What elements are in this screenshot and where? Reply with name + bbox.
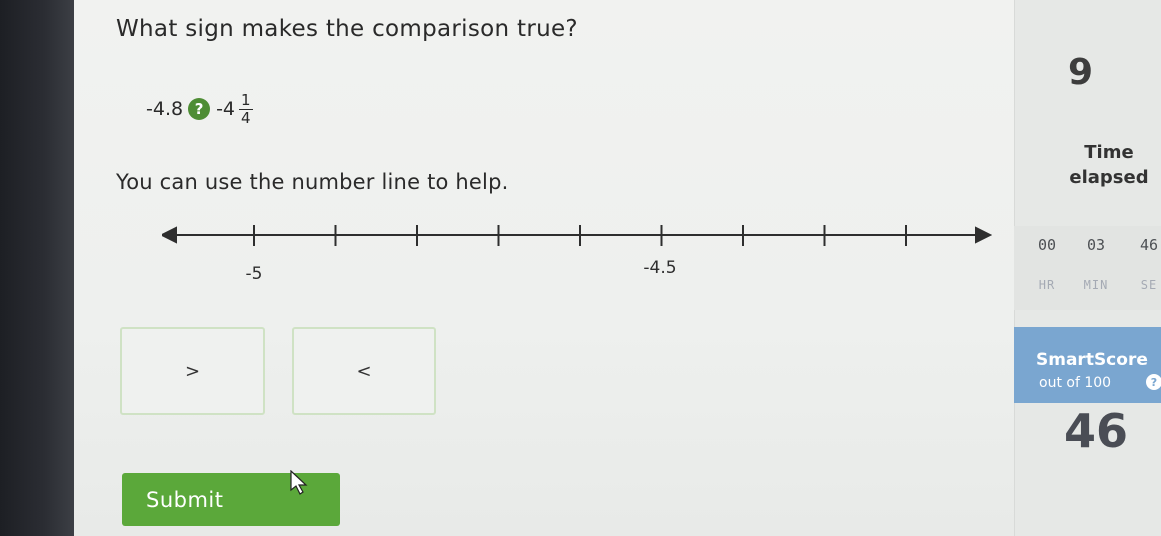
smartscore-value: 46 <box>1064 404 1129 458</box>
number-line-hint: You can use the number line to help. <box>116 170 509 194</box>
mouse-cursor-icon <box>290 470 308 495</box>
question-number: 9 <box>1068 52 1094 93</box>
right-fraction: 1 4 <box>239 90 253 127</box>
timer-seconds: 46 SE <box>1129 236 1161 292</box>
arrow-left-icon <box>162 226 177 244</box>
timer-hours-value: 00 <box>1037 236 1057 254</box>
less-than-choice[interactable]: < <box>292 327 436 415</box>
help-info-icon[interactable]: ? <box>1146 374 1161 390</box>
smartscore-title: SmartScore <box>1036 350 1148 370</box>
number-line-axis <box>162 226 992 244</box>
timer-minutes: 03 MIN <box>1076 236 1116 292</box>
time-label-line2: elapsed <box>1069 167 1149 188</box>
number-line: -5 -4.5 <box>162 225 992 282</box>
fraction-numerator: 1 <box>241 90 251 109</box>
left-value: -4.8 <box>146 98 184 120</box>
arrow-right-icon <box>975 226 992 244</box>
right-whole: -4 <box>216 98 236 120</box>
left-dark-edge <box>0 0 74 536</box>
time-elapsed-label: Time elapsed <box>1014 140 1161 190</box>
timer-minutes-unit: MIN <box>1083 278 1109 292</box>
question-prompt: What sign makes the comparison true? <box>116 16 578 42</box>
choice-label: > <box>184 360 201 382</box>
tick-label-left: -5 <box>246 264 263 282</box>
timer-hours-unit: HR <box>1038 278 1056 292</box>
timer-minutes-value: 03 <box>1086 236 1106 254</box>
tick-label-mid: -4.5 <box>643 258 676 278</box>
greater-than-choice[interactable]: > <box>120 327 265 415</box>
timer-seconds-value: 46 <box>1139 236 1159 254</box>
timer-seconds-unit: SE <box>1140 278 1158 292</box>
comparison-expression: -4.8 ? -4 1 4 <box>146 84 253 134</box>
choice-label: < <box>356 360 372 382</box>
timer-hours: 00 HR <box>1027 236 1067 292</box>
time-label-line1: Time <box>1084 142 1134 163</box>
smartscore-subtitle: out of 100 <box>1039 375 1112 391</box>
fraction-denominator: 4 <box>239 108 253 127</box>
unknown-sign-icon: ? <box>188 98 211 120</box>
